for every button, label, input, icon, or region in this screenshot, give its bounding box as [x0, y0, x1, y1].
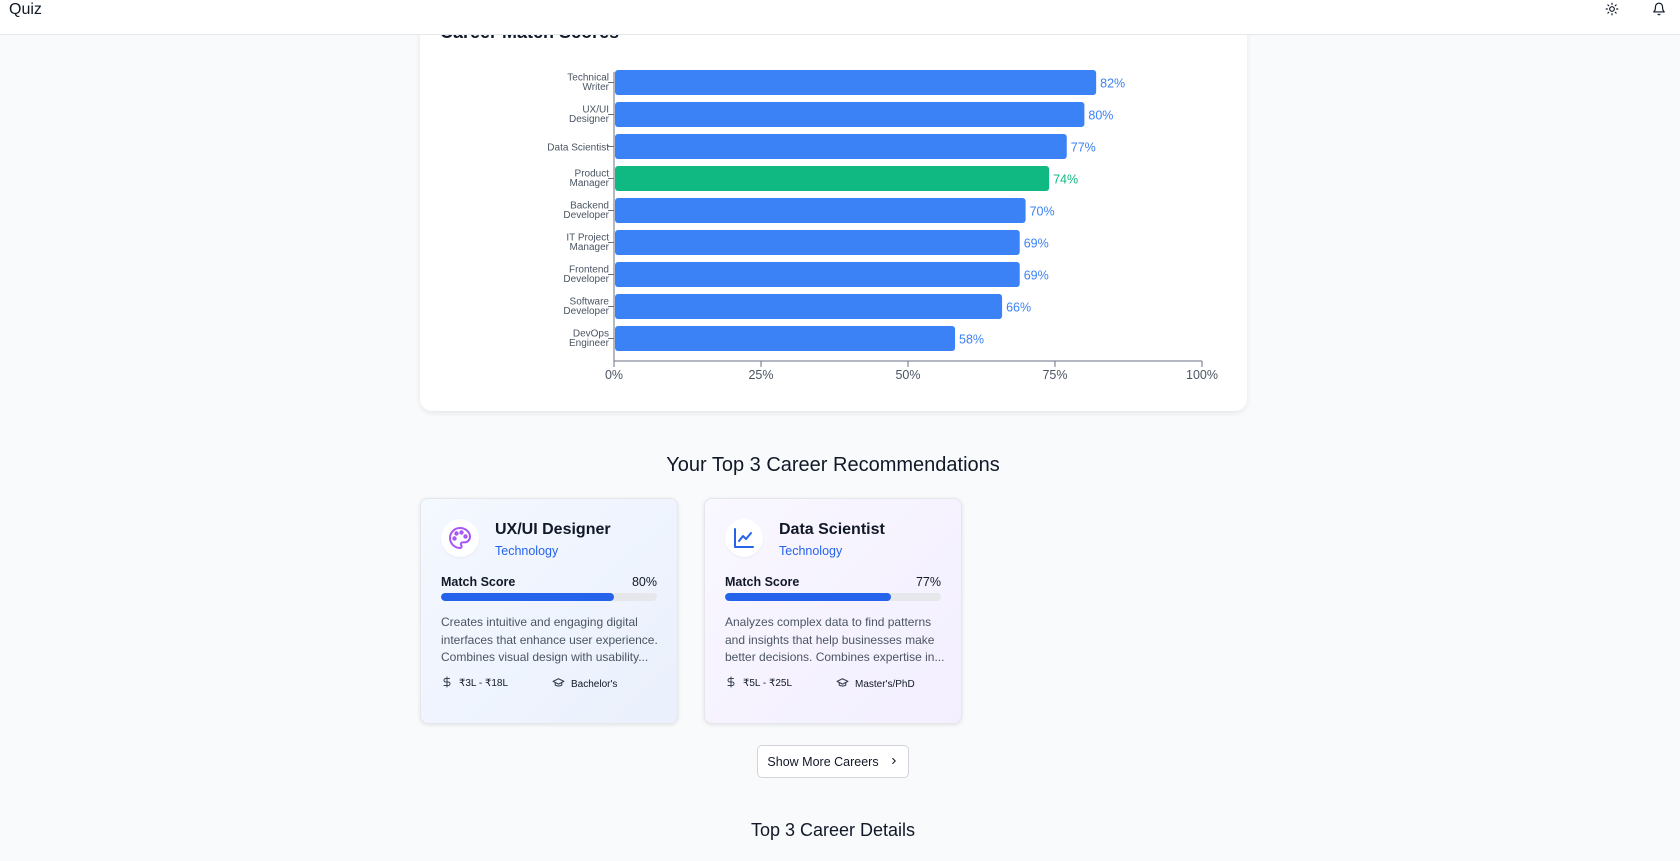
dollar-icon [441, 676, 453, 691]
career-card-ux-ui-designer[interactable]: UX/UI Designer Technology Match Score 80… [420, 498, 678, 724]
match-score-value: 80% [631, 575, 657, 589]
line-chart-icon [725, 519, 763, 557]
x-tick-label-2: 50% [895, 368, 920, 382]
category-label-7: Software Developer [563, 297, 609, 318]
bell-icon[interactable] [1648, 0, 1670, 18]
career-card-data-scientist[interactable]: Data Scientist Technology Match Score 77… [704, 498, 962, 724]
category-label-6: Frontend Developer [563, 265, 609, 286]
bar-value-label-7: 66% [1006, 301, 1031, 315]
bar-value-label-3: 74% [1053, 173, 1078, 187]
bar-5 [615, 230, 1020, 255]
bar-6 [615, 262, 1020, 287]
match-score-bar [725, 593, 941, 601]
salary-range: ₹3L - ₹18L [441, 676, 508, 691]
category-label-1: UX/UI Designer [569, 105, 610, 126]
category-label-4: Backend Developer [563, 201, 609, 222]
x-tick-label-4: 100% [1186, 368, 1218, 382]
card-category: Technology [495, 544, 559, 558]
career-match-chart-card: Career Match Scores 82%TechnicalWriter80… [420, 0, 1247, 411]
bar-value-label-0: 82% [1100, 77, 1125, 91]
card-title: Data Scientist [779, 521, 885, 538]
graduation-cap-icon [552, 676, 565, 692]
bar-value-label-5: 69% [1024, 237, 1049, 251]
card-description: Creates intuitive and engaging digital i… [441, 615, 658, 664]
x-tick-label-1: 25% [748, 368, 773, 382]
match-score-label: Match Score [441, 575, 516, 589]
palette-icon [441, 519, 479, 557]
bar-value-label-6: 69% [1024, 269, 1049, 283]
x-tick-label-3: 75% [1042, 368, 1067, 382]
category-label-8: DevOps Engineer [569, 329, 610, 350]
sun-icon[interactable] [1601, 0, 1623, 18]
bar-1 [615, 102, 1085, 127]
career-details-title: Top 3 Career Details [750, 820, 916, 840]
career-match-bar-chart: 82% Technical Writer 80% UX/UI Designer 77% Dat… [547, 70, 1218, 382]
category-label-2: Data Scientist [547, 143, 609, 154]
card-description: Analyzes complex data to find patterns a… [725, 615, 945, 664]
bar-4 [615, 198, 1026, 223]
graduation-cap-icon [836, 676, 849, 692]
bar-value-label-2: 77% [1071, 141, 1096, 155]
match-score-bar-fill [725, 593, 892, 601]
card-title: UX/UI Designer [495, 521, 611, 538]
bar-3 [615, 166, 1050, 191]
dollar-icon [725, 676, 737, 691]
app-title: Quiz [9, 1, 42, 18]
match-score-bar [441, 593, 657, 601]
bar-value-label-4: 70% [1030, 205, 1055, 219]
category-label-0: Technical Writer [567, 73, 609, 94]
education-level: Master's/PhD [836, 676, 915, 692]
bar-2 [615, 134, 1067, 159]
bar-7 [615, 294, 1003, 319]
x-tick-label-0: 0% [605, 368, 623, 382]
match-score-value: 77% [915, 575, 941, 589]
match-score-bar-fill [441, 593, 614, 601]
education-level: Bachelor's [552, 676, 617, 692]
salary-text: ₹3L - ₹18L [459, 678, 509, 689]
card-category: Technology [779, 544, 843, 558]
education-text: Master's/PhD [855, 678, 915, 690]
salary-text: ₹5L - ₹25L [743, 678, 793, 689]
show-more-careers-button[interactable]: Show More Careers [757, 745, 909, 778]
show-more-label: Show More Careers [767, 754, 879, 769]
bar-8 [615, 326, 956, 351]
education-text: Bachelor's [571, 678, 618, 690]
bar-0 [615, 70, 1097, 95]
salary-range: ₹5L - ₹25L [725, 676, 792, 691]
bar-value-label-8: 58% [959, 333, 984, 347]
category-label-3: Product Manager [570, 169, 610, 190]
match-score-label: Match Score [725, 575, 800, 589]
chevron-right-icon [889, 755, 899, 769]
top-bar: Quiz [0, 0, 1680, 35]
bar-value-label-1: 80% [1088, 109, 1113, 123]
category-label-5: IT Project Manager [566, 233, 609, 254]
recommendations-title: Your Top 3 Career Recommendations [666, 454, 1000, 476]
